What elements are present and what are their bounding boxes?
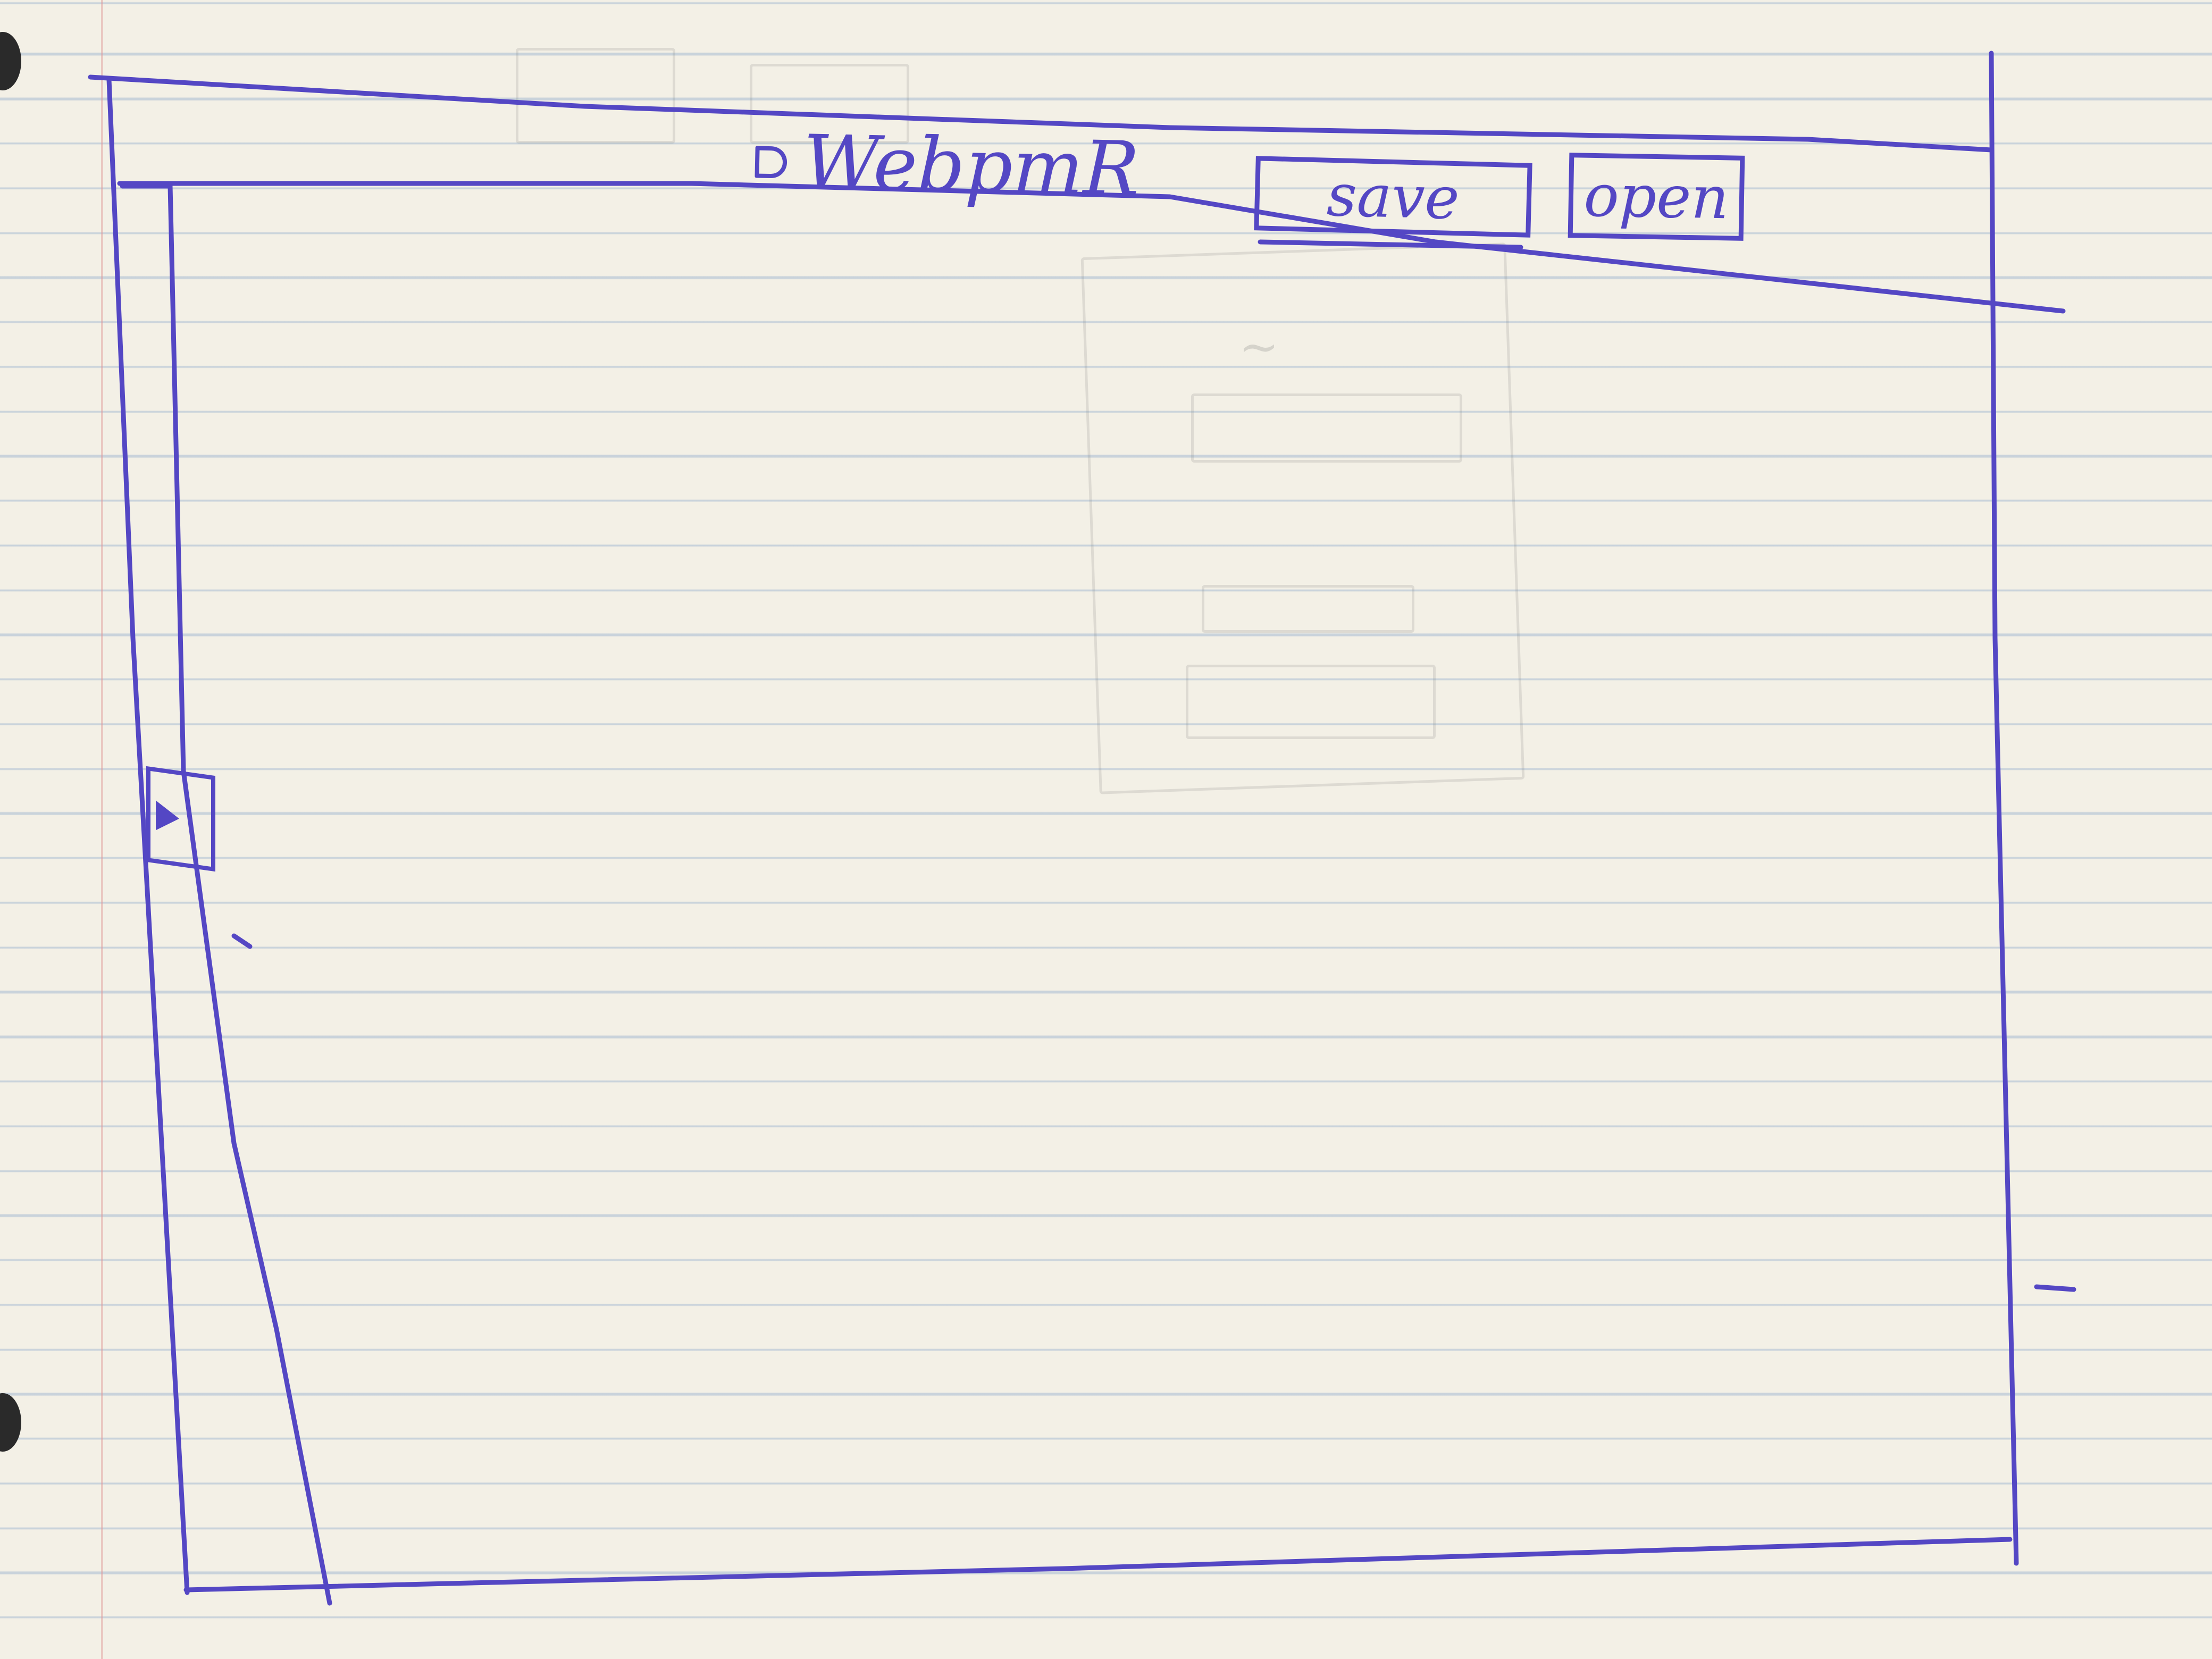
app-title: WebpmR — [754, 118, 1140, 213]
save-button[interactable]: save — [1254, 156, 1532, 238]
chevron-right-icon — [156, 800, 179, 834]
sidebar-toggle-button[interactable] — [146, 766, 215, 872]
document-icon — [755, 145, 787, 179]
app-title-text: WebpmR — [802, 119, 1141, 213]
open-button[interactable]: open — [1568, 153, 1745, 241]
main-canvas[interactable] — [330, 298, 1978, 1499]
